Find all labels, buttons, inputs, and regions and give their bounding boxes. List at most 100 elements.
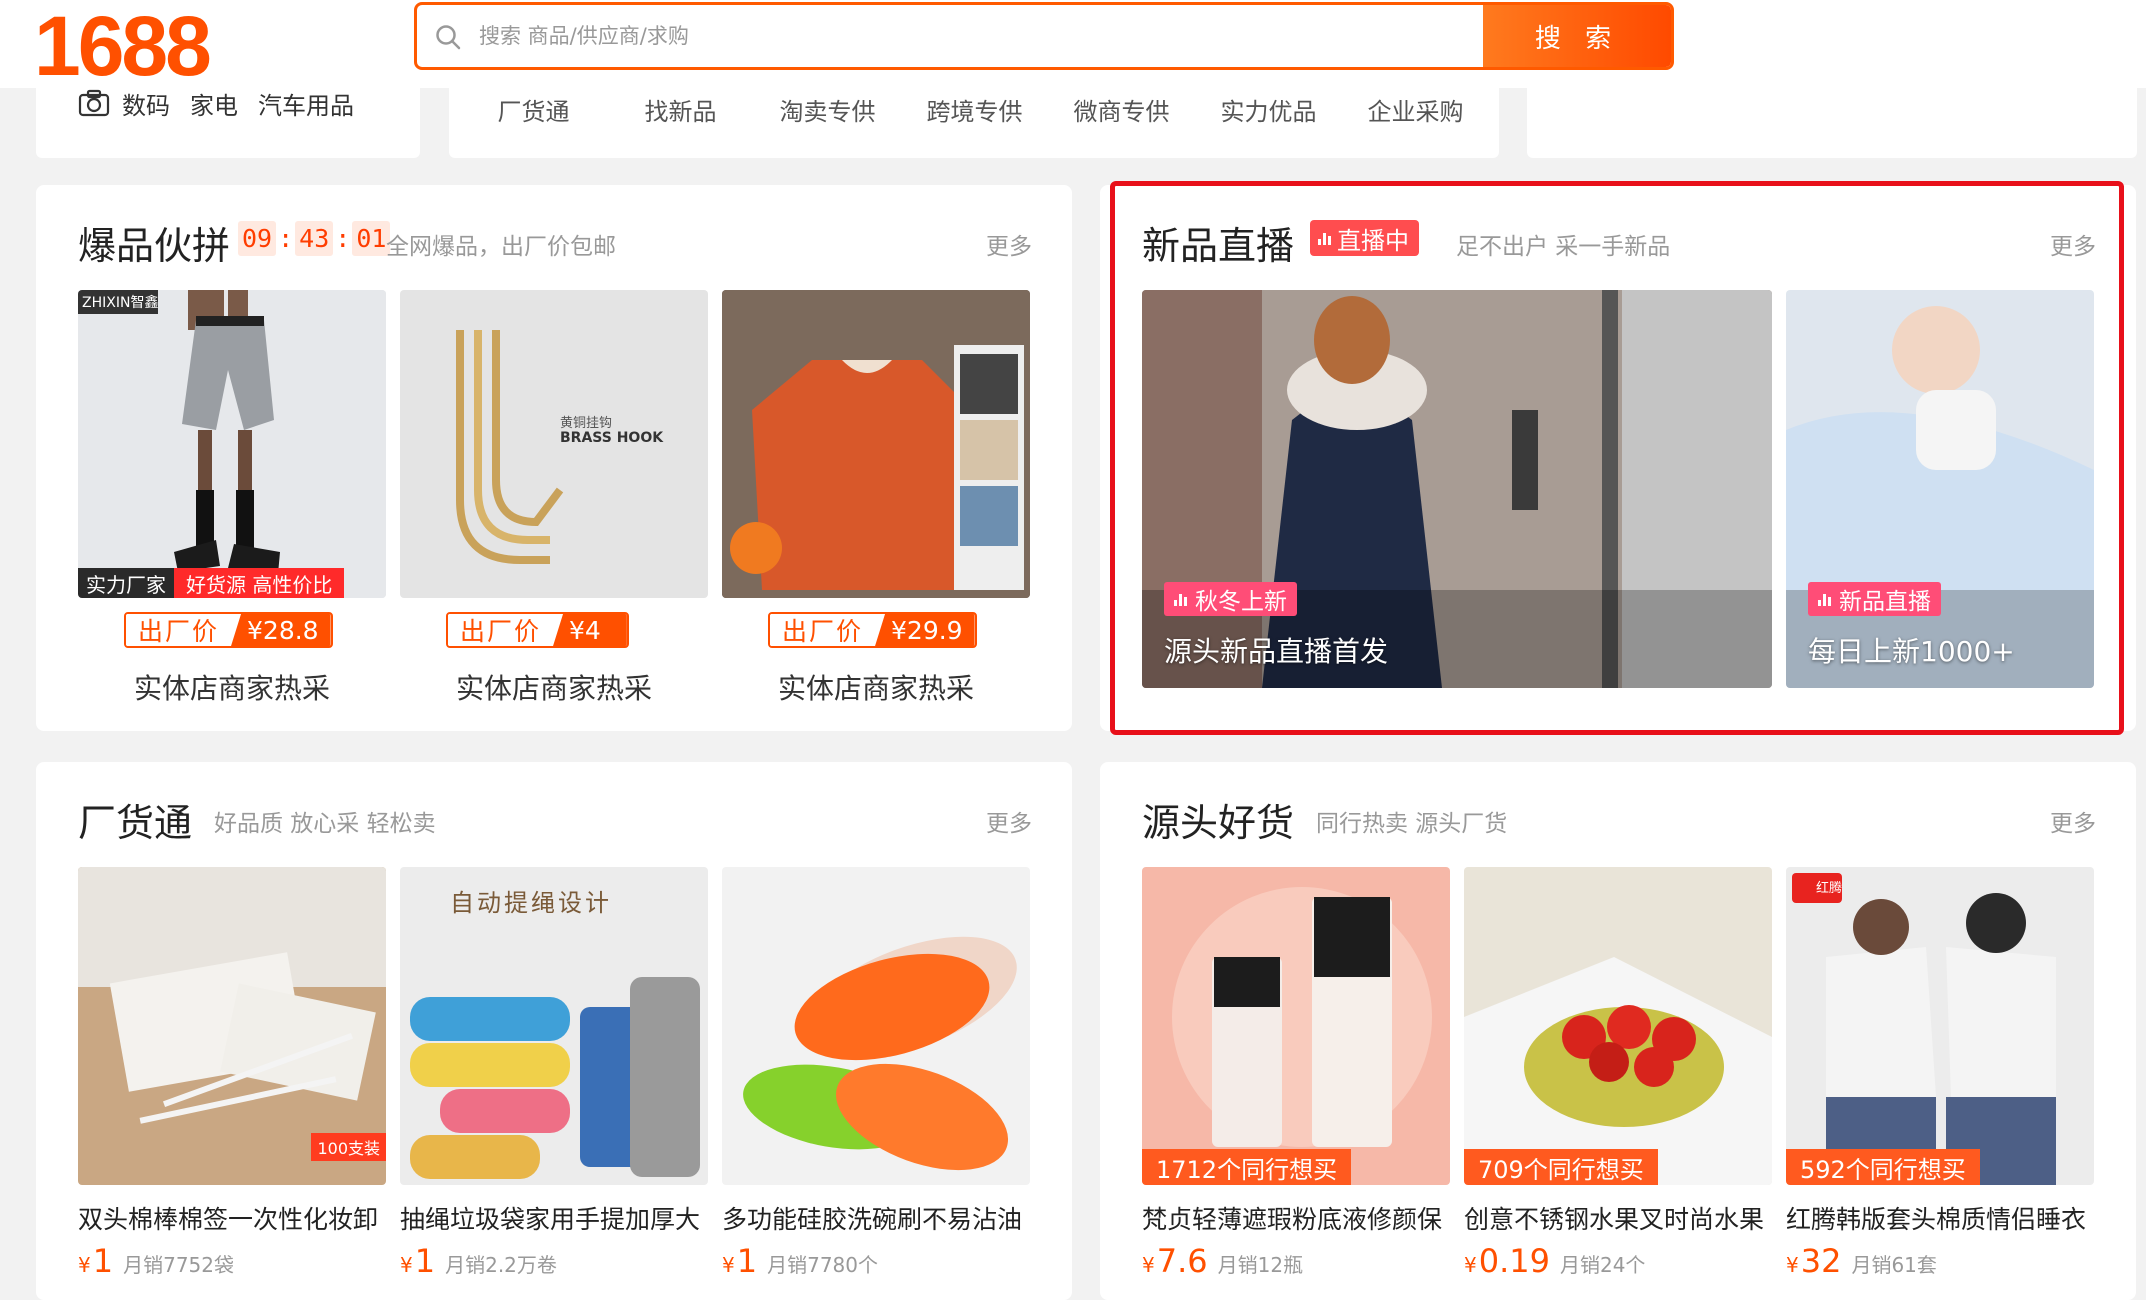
product-image[interactable]: 1712个同行想买 (1142, 867, 1450, 1185)
want-to-buy-tag: 1712个同行想买 (1142, 1149, 1352, 1185)
hook-label-cn: 黄铜挂钩 (560, 416, 613, 431)
logo-1688[interactable]: 1688 (34, 4, 212, 88)
image-tag: 实力厂家 好货源 高性价比 (78, 568, 345, 598)
live-card[interactable]: 新品直播 每日上新1000+ (1786, 290, 2094, 688)
currency-symbol: ¥ (78, 1253, 91, 1277)
price-pill: 出厂价 ¥28.8 (124, 612, 333, 648)
pajamas-image (1786, 867, 2094, 1185)
search-input[interactable] (479, 5, 1489, 67)
monthly-sales: 月销24个 (1559, 1253, 1646, 1277)
user-panel (1527, 88, 2137, 158)
more-link[interactable]: 更多 (2050, 804, 2096, 838)
price-value: 32 (1800, 1242, 1842, 1280)
section-title: 新品直播 (1142, 224, 1295, 268)
nav-item-new[interactable]: 找新品 (607, 92, 754, 127)
price-value: 1 (92, 1242, 114, 1280)
countdown-timer: 09 : 43 : 01 (238, 221, 391, 256)
live-bars-icon (1174, 592, 1187, 606)
nav-item-taobao[interactable]: 淘卖专供 (754, 92, 901, 127)
price-value: ¥29.9 (875, 614, 975, 646)
price-pill: 出厂价 ¥4 (446, 612, 629, 648)
live-card-tag-label: 新品直播 (1839, 589, 1931, 615)
product-caption[interactable]: 实体店商家热采 (78, 667, 386, 707)
category-digital[interactable]: 数码 (122, 86, 170, 121)
product-price: ¥ 1 月销7752袋 (78, 1242, 234, 1280)
brand-badge: 红腾 (1816, 881, 1843, 896)
product-image[interactable]: 709个同行想买 (1464, 867, 1772, 1185)
product-image[interactable] (722, 290, 1030, 598)
product-name[interactable]: 多功能硅胶洗碗刷不易沾油 (722, 1200, 1030, 1236)
monthly-sales: 月销7752袋 (123, 1253, 234, 1277)
camera-icon[interactable] (78, 89, 110, 117)
currency-symbol: ¥ (1786, 1253, 1799, 1277)
timer-minutes: 43 (295, 221, 334, 256)
product-image[interactable]: 自动提绳设计 (400, 867, 708, 1185)
brand-mark: ZHIXIN智鑫 (82, 295, 159, 311)
price-value: 0.19 (1478, 1242, 1550, 1280)
foundation-image (1142, 867, 1450, 1185)
more-link[interactable]: 更多 (986, 227, 1032, 261)
nav-item-wechat[interactable]: 微商专供 (1048, 92, 1195, 127)
price-value: ¥28.8 (231, 614, 331, 646)
nav-item-quality[interactable]: 实力优品 (1195, 92, 1342, 127)
live-card-tag: 新品直播 (1808, 582, 1941, 616)
baby-blanket-image (1786, 290, 2094, 688)
tag-value: 好货源 高性价比 (174, 568, 345, 598)
product-image[interactable]: ZHIXIN智鑫 实力厂家 好货源 高性价比 (78, 290, 386, 598)
product-name[interactable]: 抽绳垃圾袋家用手提加厚大 (400, 1200, 708, 1236)
price-pill: 出厂价 ¥29.9 (768, 612, 977, 648)
monthly-sales: 月销7780个 (767, 1253, 878, 1277)
live-badge: 直播中 (1310, 220, 1419, 256)
timer-separator: : (278, 224, 294, 253)
nav-item-factory[interactable]: 厂货通 (460, 92, 607, 127)
timer-hours: 09 (238, 221, 277, 256)
more-link[interactable]: 更多 (986, 804, 1032, 838)
product-name[interactable]: 梵贞轻薄遮瑕粉底液修颜保 (1142, 1200, 1450, 1236)
tag-factory: 实力厂家 (78, 568, 174, 598)
fruit-fork-image (1464, 867, 1772, 1185)
search-box: 搜 索 (414, 2, 1674, 70)
nav-item-crossborder[interactable]: 跨境专供 (901, 92, 1048, 127)
product-image[interactable] (722, 867, 1030, 1185)
factory-section: 厂货通 好品质 放心采 轻松卖 更多 100支装 双头棉棒棉签一次性化妆卸 ¥ … (36, 762, 1072, 1300)
silicone-scrubber-image (722, 867, 1030, 1185)
product-price: ¥ 32 月销61套 (1786, 1242, 1937, 1280)
more-link[interactable]: 更多 (2050, 227, 2096, 261)
product-name[interactable]: 红腾韩版套头棉质情侣睡衣 (1786, 1200, 2094, 1236)
basketball-shorts-image (78, 290, 386, 598)
sweater-image (722, 290, 1030, 598)
category-appliance[interactable]: 家电 (190, 86, 238, 121)
live-section: 新品直播 直播中 足不出户 采一手新品 更多 秋冬上新 源头新品直播首发 新品直… (1100, 185, 2136, 731)
monthly-sales: 月销12瓶 (1217, 1253, 1304, 1277)
product-image[interactable]: 红腾 592个同行想买 (1786, 867, 2094, 1185)
product-price: ¥ 1 月销7780个 (722, 1242, 878, 1280)
section-subtitle: 全网爆品，出厂价包邮 (386, 234, 616, 260)
live-card[interactable]: 秋冬上新 源头新品直播首发 (1142, 290, 1772, 688)
product-price: ¥ 7.6 月销12瓶 (1142, 1242, 1303, 1280)
price-value: 1 (414, 1242, 436, 1280)
monthly-sales: 月销2.2万卷 (445, 1253, 557, 1277)
product-name[interactable]: 创意不锈钢水果叉时尚水果 (1464, 1200, 1772, 1236)
section-subtitle: 好品质 放心采 轻松卖 (214, 811, 436, 837)
nav-item-enterprise[interactable]: 企业采购 (1342, 92, 1489, 127)
product-image[interactable]: 100支装 (78, 867, 386, 1185)
timer-seconds: 01 (352, 221, 391, 256)
product-image[interactable]: 黄铜挂钩 BRASS HOOK (400, 290, 708, 598)
category-row: 数码 家电 汽车用品 (78, 86, 362, 121)
live-card-text: 源头新品直播首发 (1164, 635, 1389, 668)
search-icon (436, 25, 461, 50)
want-to-buy-tag: 592个同行想买 (1786, 1149, 1980, 1185)
category-auto[interactable]: 汽车用品 (258, 86, 354, 121)
price-value: ¥4 (553, 614, 627, 646)
section-title: 厂货通 (78, 801, 193, 845)
price-label: 出厂价 (448, 614, 554, 646)
currency-symbol: ¥ (1142, 1253, 1155, 1277)
source-goods-section: 源头好货 同行热卖 源头厂货 更多 1712个同行想买 梵贞轻薄遮瑕粉底液修颜保… (1100, 762, 2136, 1300)
product-caption[interactable]: 实体店商家热采 (722, 667, 1030, 707)
search-button[interactable]: 搜 索 (1483, 5, 1671, 67)
product-name[interactable]: 双头棉棒棉签一次性化妆卸 (78, 1200, 386, 1236)
channel-nav: 厂货通 找新品 淘卖专供 跨境专供 微商专供 实力优品 企业采购 (460, 92, 1489, 127)
timer-separator: : (335, 224, 351, 253)
product-caption[interactable]: 实体店商家热采 (400, 667, 708, 707)
currency-symbol: ¥ (722, 1253, 735, 1277)
